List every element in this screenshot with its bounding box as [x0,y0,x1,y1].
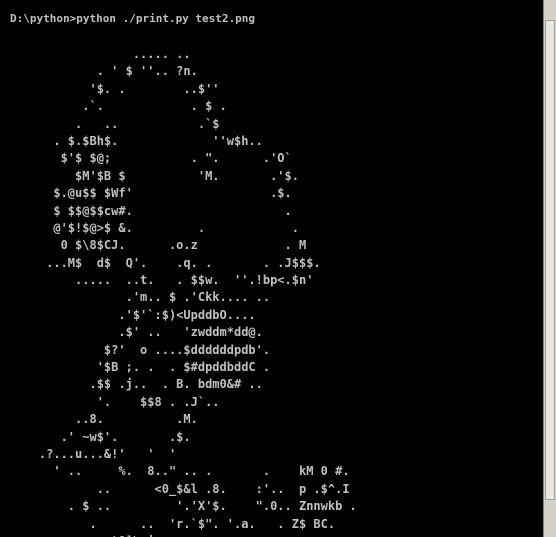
ascii-art-line: '. $$8 . .J`.. [10,394,220,409]
ascii-art-line: . .. 'r.`$". '.a. . Z$ BC. [10,516,336,531]
ascii-art-line: .' ~w$'. .$. [10,429,191,444]
ascii-art-output: ..... .. . ' $ ''.. ?n. '$. . ..$'' .`. … [10,46,357,537]
ascii-art-line: $.@u$$ $Wf' .$. [10,186,292,201]
ascii-art-line: ...M$ d$ Q'. .q. . . .J$$$. [10,255,321,270]
ascii-art-line: $?' o ....$ddddddpdb'. [10,342,271,357]
vertical-scrollbar[interactable] [543,0,556,537]
ascii-art-line: '$B ;. . . $#dpddbddC . [10,360,271,375]
console-window[interactable]: D:\python>python ./print.py test2.png ..… [0,0,543,537]
ascii-art-line: $ $$@$$cw#. . [10,203,292,218]
ascii-art-line: .. <0_$&l .8. :'.. p .$^.I [10,481,350,496]
ascii-art-line: ..... ..t. . $$w. ''.!bp<.$n' [10,273,314,288]
ascii-art-line: .'m.. $ .'Ckk.... .. [10,290,271,305]
ascii-art-line: . ,t&]\:i,x:;; . . .. [10,533,357,537]
ascii-art-line: ..8. .M. [10,412,198,427]
ascii-art-line: @'$!$@>$ &. . . [10,220,299,235]
ascii-art-line: .$$ .j.. . B. bdm0&# .. [10,377,263,392]
ascii-art-line: .`. . $ . [10,99,227,114]
ascii-art-line: 0 $\8$CJ. .o.z . M [10,238,307,253]
ascii-art-line: ' .. %. 8.." .. . . kM 0 #. [10,464,350,479]
command-prompt-line: D:\python>python ./print.py test2.png [10,12,256,25]
ascii-art-line: . .. .`$ [10,116,220,131]
ascii-art-line: . ' $ ''.. ?n. [10,64,198,79]
ascii-art-line: . $.$Bh$. ''w$h.. [10,133,263,148]
ascii-art-line: '$. . ..$'' [10,81,220,96]
ascii-art-line: ..... .. [10,47,191,61]
ascii-art-line: .'$'`:$)<UpddbO.... [10,307,256,322]
scrollbar-thumb[interactable] [545,20,555,500]
ascii-art-line: .$' .. 'zwddm*dd@. [10,325,263,340]
ascii-art-line: $'$ $@; . ". .'O` [10,151,292,166]
ascii-art-line: . $ .. '.'X'$. ".0.. Znnwkb . [10,499,357,514]
ascii-art-line: .?...u...&!' ' ' [10,446,177,461]
ascii-art-line: $M'$B $ 'M. .'$. [10,168,299,183]
